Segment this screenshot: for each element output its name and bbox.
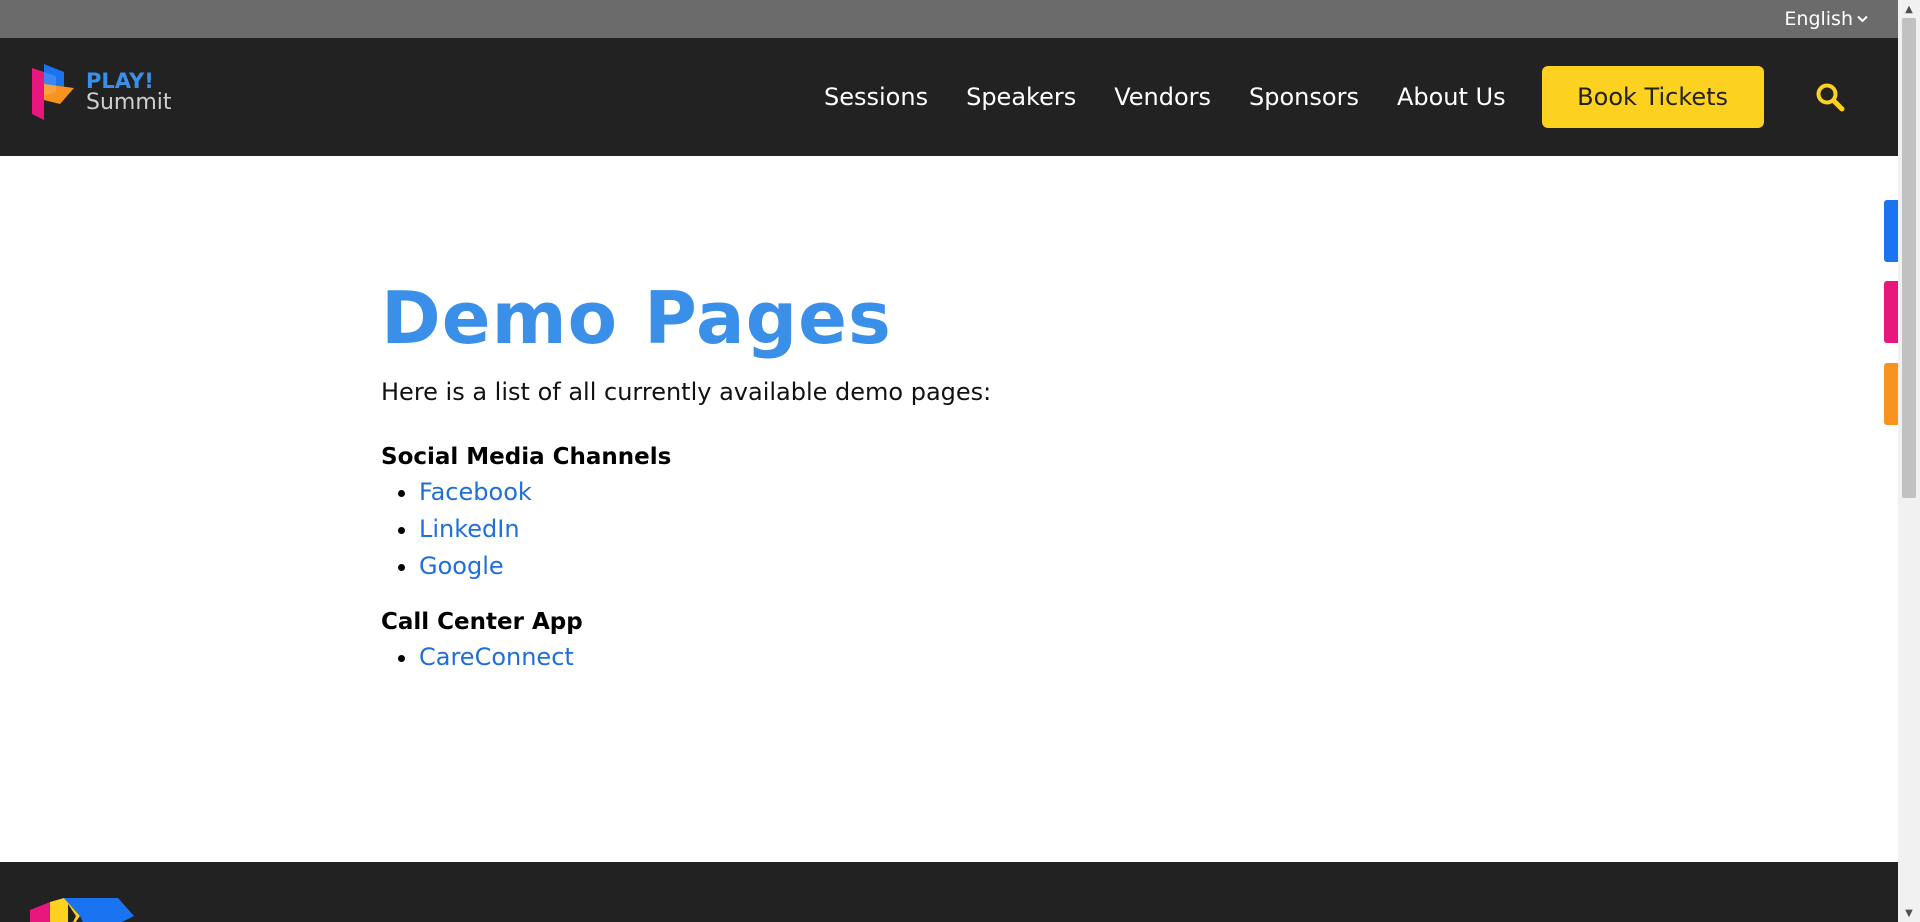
language-selector[interactable]: English (1784, 8, 1868, 30)
page-title: Demo Pages (381, 276, 892, 360)
link-google[interactable]: Google (419, 552, 504, 580)
list-item: Google (419, 548, 991, 585)
social-media-list: Facebook LinkedIn Google (419, 474, 991, 585)
vertical-scrollbar[interactable]: ▲ ▼ (1898, 0, 1920, 922)
nav-item-speakers[interactable]: Speakers (966, 83, 1076, 111)
brand-line-1: PLAY! (86, 69, 154, 93)
section-title-call-center: Call Center App (381, 609, 583, 635)
scroll-up-icon[interactable]: ▲ (1898, 0, 1920, 18)
nav-item-sponsors[interactable]: Sponsors (1249, 83, 1359, 111)
footer-logo-icon (30, 898, 134, 922)
top-utility-bar: English (0, 0, 1898, 38)
side-tab-orange[interactable] (1884, 363, 1898, 425)
site-footer (0, 862, 1898, 922)
scroll-down-icon[interactable]: ▼ (1898, 904, 1920, 922)
nav-item-vendors[interactable]: Vendors (1114, 83, 1211, 111)
main-nav: Sessions Speakers Vendors Sponsors About… (824, 38, 1764, 156)
nav-item-sessions[interactable]: Sessions (824, 83, 928, 111)
list-item: LinkedIn (419, 511, 991, 548)
call-center-list: CareConnect (419, 639, 991, 676)
side-tab-pink[interactable] (1884, 281, 1898, 343)
brand-line-2: Summit (86, 90, 172, 115)
scrollbar-thumb[interactable] (1902, 18, 1916, 498)
side-tab-blue[interactable] (1884, 200, 1898, 262)
list-item: CareConnect (419, 639, 991, 676)
link-careconnect[interactable]: CareConnect (419, 643, 574, 671)
play-summit-logo-icon (32, 64, 74, 120)
site-header: PLAY! Summit Sessions Speakers Vendors S… (0, 38, 1898, 156)
list-item: Facebook (419, 474, 991, 511)
intro-text: Here is a list of all currently availabl… (381, 378, 992, 406)
site-logo[interactable]: PLAY! Summit (30, 62, 172, 122)
chevron-down-icon (1857, 12, 1868, 27)
language-label: English (1784, 8, 1853, 30)
section-title-social-media: Social Media Channels (381, 444, 672, 470)
link-linkedin[interactable]: LinkedIn (419, 515, 520, 543)
search-icon[interactable] (1815, 82, 1845, 112)
nav-item-about-us[interactable]: About Us (1397, 83, 1506, 111)
book-tickets-button[interactable]: Book Tickets (1541, 66, 1764, 128)
link-facebook[interactable]: Facebook (419, 478, 532, 506)
main-content: Demo Pages Here is a list of all current… (381, 270, 991, 676)
